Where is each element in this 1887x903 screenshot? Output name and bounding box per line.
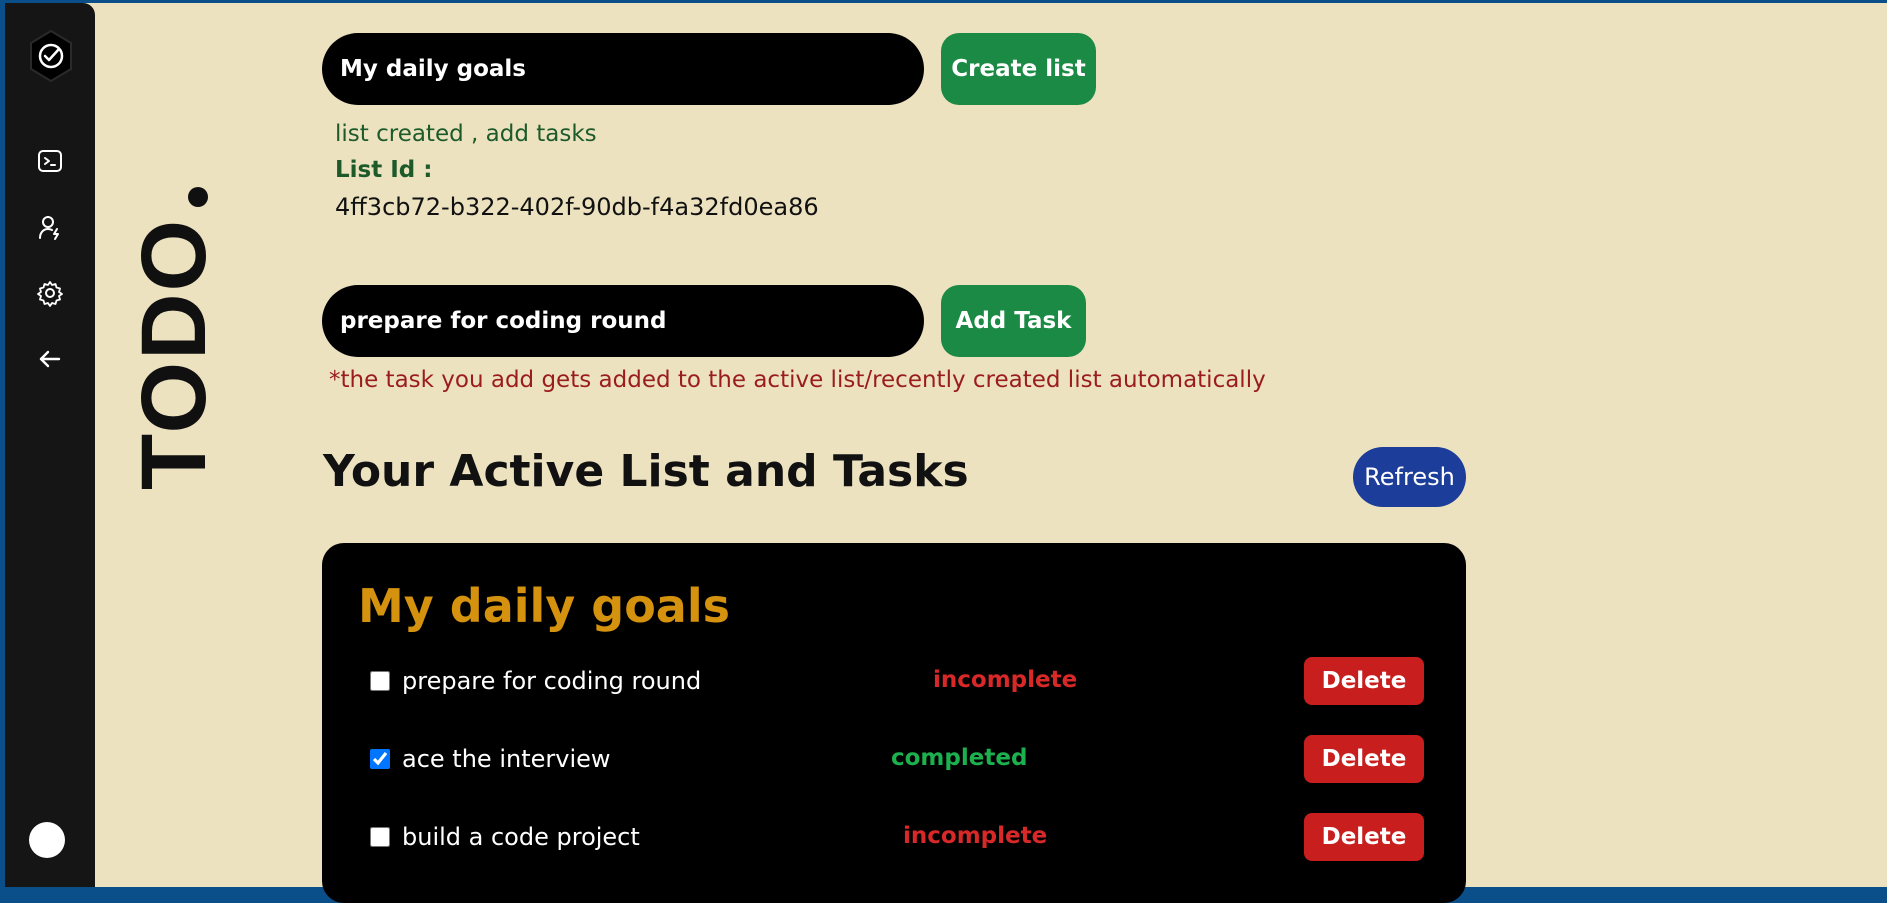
task-row: ace the interview completed Delete [322, 735, 1466, 783]
refresh-button[interactable]: Refresh [1353, 447, 1466, 507]
task-checkbox[interactable] [370, 671, 390, 691]
delete-task-button[interactable]: Delete [1304, 735, 1424, 783]
task-input[interactable] [322, 285, 924, 357]
avatar[interactable] [29, 822, 65, 858]
active-list-card: My daily goals prepare for coding round … [322, 543, 1466, 903]
list-created-message: list created , add tasks [335, 121, 597, 147]
sidebar-item-terminal[interactable] [5, 141, 95, 181]
arrow-left-icon [39, 350, 61, 368]
task-status: incomplete [903, 823, 1048, 849]
terminal-icon [38, 150, 62, 172]
task-row: build a code project incomplete Delete [322, 813, 1466, 861]
gear-icon [37, 281, 63, 307]
active-list-title: My daily goals [358, 579, 730, 633]
page-title: Your Active List and Tasks [323, 446, 969, 497]
sidebar [5, 3, 95, 887]
task-status: completed [891, 745, 1028, 771]
task-checkbox[interactable] [370, 749, 390, 769]
create-list-button[interactable]: Create list [941, 33, 1096, 105]
task-text: build a code project [402, 823, 640, 851]
add-task-button[interactable]: Add Task [941, 285, 1086, 357]
brand-logo-text: TODO [123, 217, 225, 490]
sidebar-item-settings[interactable] [5, 273, 95, 313]
task-text: prepare for coding round [402, 667, 702, 695]
sidebar-item-back[interactable] [5, 339, 95, 379]
app-logo-icon[interactable] [29, 29, 73, 83]
sidebar-item-user[interactable] [5, 207, 95, 247]
delete-task-button[interactable]: Delete [1304, 657, 1424, 705]
list-id-label: List Id : [335, 157, 433, 183]
add-task-hint: *the task you add gets added to the acti… [329, 367, 1266, 393]
task-checkbox[interactable] [370, 827, 390, 847]
task-row: prepare for coding round incomplete Dele… [322, 657, 1466, 705]
task-status: incomplete [933, 667, 1078, 693]
delete-task-button[interactable]: Delete [1304, 813, 1424, 861]
user-bolt-icon [39, 216, 59, 240]
brand-logo-dot [188, 187, 208, 207]
list-id-value: 4ff3cb72-b322-402f-90db-f4a32fd0ea86 [335, 193, 819, 221]
list-name-input[interactable] [322, 33, 924, 105]
task-text: ace the interview [402, 745, 611, 773]
